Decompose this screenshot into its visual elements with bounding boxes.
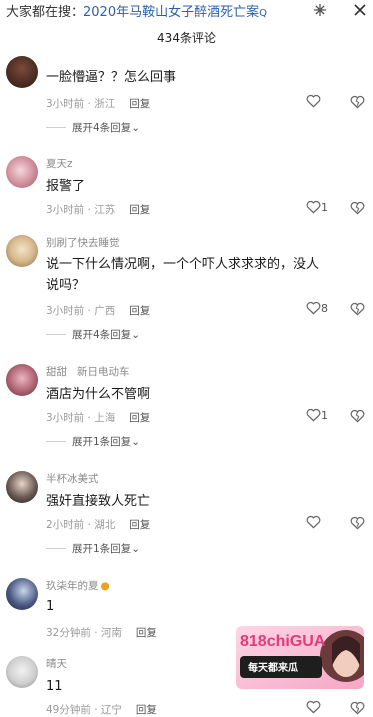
broken-heart-icon: [350, 701, 365, 715]
expand-replies-label: 展开1条回复: [72, 436, 132, 448]
search-hint-bar[interactable]: 大家都在搜： 2020年马鞍山女子醉酒死亡案Q: [0, 0, 373, 22]
comment-meta: 3小时前 · 江苏: [46, 204, 116, 216]
like-count: 1: [321, 408, 328, 422]
comment-username[interactable]: 夏天z: [46, 156, 73, 171]
reply-button[interactable]: 回复: [129, 412, 150, 424]
expand-replies-button[interactable]: 展开1条回复 ⌄: [46, 541, 140, 556]
like-button[interactable]: 8: [306, 301, 328, 315]
comment-text: 一脸懵逼？？怎么回事: [46, 70, 177, 85]
heart-icon: [306, 200, 321, 214]
expand-replies-button[interactable]: 展开4条回复 ⌄: [46, 120, 140, 135]
avatar[interactable]: [6, 235, 38, 267]
like-count: 8: [321, 301, 328, 315]
comment-text: 酒店为什么不管啊: [46, 387, 151, 402]
broken-heart-icon: [350, 95, 365, 109]
comment-meta: 2小时前 · 湖北: [46, 519, 116, 531]
broken-heart-icon: [350, 201, 365, 215]
search-icon: Q: [259, 8, 267, 19]
flame-emoji-icon: ●: [100, 580, 110, 592]
avatar[interactable]: [6, 656, 38, 688]
broken-heart-icon: [350, 302, 365, 316]
chevron-down-icon: ⌄: [131, 542, 140, 555]
like-button[interactable]: [306, 515, 321, 529]
avatar[interactable]: [6, 364, 38, 396]
broken-heart-icon: [350, 409, 365, 423]
divider-line: [46, 334, 66, 335]
divider-line: [46, 548, 66, 549]
comment-text: 说一下什么情况啊，一个个吓人求求求的，没人说吗？: [46, 257, 320, 293]
dislike-button[interactable]: [350, 94, 365, 113]
reply-button[interactable]: 回复: [129, 519, 150, 531]
reply-button[interactable]: 回复: [129, 305, 150, 317]
chevron-down-icon: ⌄: [131, 435, 140, 448]
user-tag: 新日电动车: [77, 366, 130, 378]
search-hint-prefix: 大家都在搜：: [6, 5, 85, 20]
avatar[interactable]: [6, 578, 38, 610]
heart-icon: [306, 515, 321, 529]
comment-username[interactable]: 别刷了快去睡觉: [46, 235, 120, 250]
heart-icon: [306, 700, 321, 714]
heart-icon: [306, 301, 321, 315]
like-button[interactable]: [306, 94, 321, 108]
reply-button[interactable]: 回复: [129, 98, 150, 110]
broken-heart-icon: [350, 516, 365, 530]
avatar[interactable]: [6, 471, 38, 503]
chevron-down-icon: ⌄: [131, 121, 140, 134]
comment-username[interactable]: 晴天: [46, 656, 67, 671]
comment-meta: 3小时前 · 浙江: [46, 98, 116, 110]
like-button[interactable]: [306, 700, 321, 714]
comment-username[interactable]: 半杯冰美式: [46, 471, 99, 486]
reply-button[interactable]: 回复: [129, 204, 150, 216]
comments-count-title: 434条评论: [157, 31, 216, 45]
comment-username[interactable]: 甜甜 新日电动车: [46, 364, 130, 379]
comment-text: 1: [46, 599, 55, 614]
like-button[interactable]: 1: [306, 200, 328, 214]
dislike-button[interactable]: [350, 408, 365, 427]
comment-username-text: 玖柒年的夏: [46, 580, 99, 592]
comment-meta: 3小时前 · 广西: [46, 305, 116, 317]
search-hint-term[interactable]: 2020年马鞍山女子醉酒死亡案Q: [83, 1, 267, 20]
heart-icon: [306, 94, 321, 108]
close-icon[interactable]: [350, 0, 370, 20]
expand-replies-label: 展开1条回复: [72, 543, 132, 555]
avatar[interactable]: [6, 56, 38, 88]
expand-replies-label: 展开4条回复: [72, 122, 132, 134]
avatar[interactable]: [6, 156, 38, 188]
comment-meta: 3小时前 · 上海: [46, 412, 116, 424]
ad-banner[interactable]: 818chiGUA 每天都来瓜: [236, 626, 364, 689]
ad-slogan-text: 每天都来瓜: [248, 661, 298, 674]
comment-text: 报警了: [46, 179, 86, 194]
dislike-button[interactable]: [350, 700, 365, 717]
comment-text: 强奸直接致人死亡: [46, 494, 151, 509]
dislike-button[interactable]: [350, 301, 365, 320]
divider-line: [46, 441, 66, 442]
expand-replies-button[interactable]: 展开1条回复 ⌄: [46, 434, 140, 449]
divider-line: [46, 127, 66, 128]
reply-button[interactable]: 回复: [136, 704, 157, 716]
comment-username-text: 甜甜: [46, 366, 67, 378]
expand-replies-button[interactable]: 展开4条回复 ⌄: [46, 327, 140, 342]
dislike-button[interactable]: [350, 200, 365, 219]
comment-meta: 49分钟前 · 辽宁: [46, 704, 122, 716]
dislike-button[interactable]: [350, 515, 365, 534]
comment-meta: 32分钟前 · 河南: [46, 627, 122, 639]
heart-icon: [306, 408, 321, 422]
like-count: 1: [321, 200, 328, 214]
reply-button[interactable]: 回复: [136, 627, 157, 639]
expand-replies-label: 展开4条回复: [72, 329, 132, 341]
pin-icon[interactable]: [310, 0, 330, 20]
comment-username[interactable]: 玖柒年的夏 ●: [46, 578, 110, 593]
chevron-down-icon: ⌄: [131, 328, 140, 341]
ad-brand-text: 818chiGUA: [240, 633, 326, 650]
like-button[interactable]: 1: [306, 408, 328, 422]
